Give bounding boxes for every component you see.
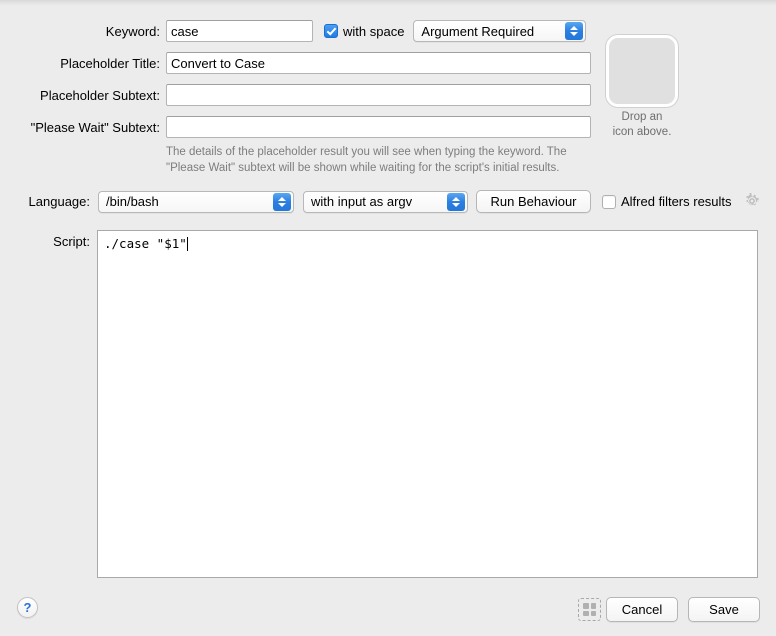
window-top-edge [0,0,776,6]
script-textarea[interactable]: ./case "$1" [97,230,758,578]
placeholder-title-input[interactable] [166,52,591,74]
argument-mode-value: Argument Required [421,23,535,39]
language-value: /bin/bash [106,194,159,209]
chevron-up-icon [570,26,579,30]
please-wait-subtext-label: "Please Wait" Subtext: [30,119,160,135]
script-label: Script: [53,234,90,249]
language-stepper-icon[interactable] [273,192,291,211]
input-mode-popup[interactable]: with input as argv [303,190,468,213]
input-mode-stepper-icon[interactable] [447,192,465,211]
keyword-label: Keyword: [105,23,160,39]
keyword-input[interactable] [166,20,313,42]
chevron-down-icon [452,202,460,207]
text-cursor [186,237,188,251]
alfred-filters-label: Alfred filters results [621,194,732,209]
argument-mode-popup[interactable]: Argument Required [413,20,587,42]
placeholder-title-row: Placeholder Title: [0,52,600,74]
please-wait-subtext-row: "Please Wait" Subtext: [0,116,600,138]
language-label: Language: [28,194,90,209]
grid-dot [590,610,596,616]
icon-drop-well[interactable] [606,35,678,107]
grid-dot [583,610,589,616]
placeholder-subtext-input[interactable] [166,84,591,106]
gear-icon[interactable] [744,193,760,209]
placeholder-help-text: The details of the placeholder result yo… [166,146,567,174]
grid-layout-icon[interactable] [578,598,601,621]
cancel-button[interactable]: Cancel [606,597,678,622]
chevron-down-icon [278,202,286,207]
chevron-down-icon [570,32,579,36]
grid-dot [583,603,589,609]
script-text-content: ./case "$1" [104,236,187,251]
with-space-label: with space [343,23,405,39]
please-wait-subtext-input[interactable] [166,116,591,138]
input-mode-value: with input as argv [311,194,413,209]
with-space-checkbox-group[interactable]: with space [324,24,404,39]
argument-mode-stepper-icon[interactable] [565,22,584,40]
language-row: Language: /bin/bash with input as argv R… [0,190,776,213]
language-popup[interactable]: /bin/bash [98,190,294,213]
help-button[interactable]: ? [17,597,38,618]
with-space-checkbox[interactable] [324,24,338,38]
keyword-row: Keyword: with space Argument Required [0,20,600,42]
icon-drop-well-caption: Drop an icon above. [612,111,672,138]
placeholder-subtext-row: Placeholder Subtext: [0,84,600,106]
save-button[interactable]: Save [688,597,760,622]
placeholder-title-label: Placeholder Title: [60,55,160,71]
alfred-filters-checkbox[interactable] [602,194,616,209]
chevron-up-icon [278,196,286,201]
alfred-filters-checkbox-group[interactable]: Alfred filters results [602,194,732,209]
chevron-up-icon [452,196,460,201]
run-behaviour-button[interactable]: Run Behaviour [476,190,591,213]
grid-dot [590,603,596,609]
placeholder-subtext-label: Placeholder Subtext: [40,87,160,103]
